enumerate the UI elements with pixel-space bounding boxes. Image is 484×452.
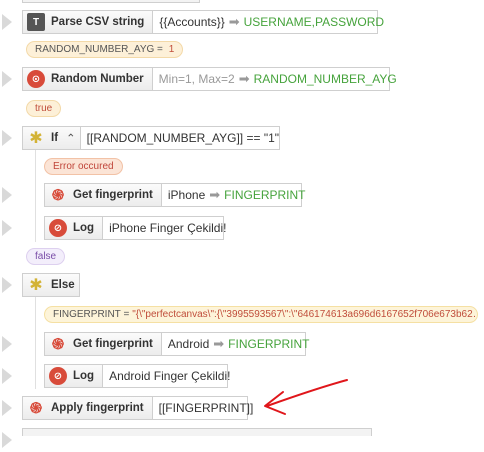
fingerprint-value-badge[interactable]: FINGERPRINT = "{\"perfectcanvas\":{\"399…: [44, 306, 478, 323]
fingerprint-icon: ֍: [51, 187, 65, 204]
annotation-arrow-icon: [264, 379, 348, 415]
parse-csv-params[interactable]: {{Accounts}} ➡ USERNAME,PASSWORD: [153, 14, 390, 30]
log-button[interactable]: ⊘ Log: [45, 217, 104, 239]
else-branch-guide: [35, 297, 36, 389]
log-message[interactable]: iPhone Finger Çekildi!: [103, 221, 232, 235]
next-row-edge: [22, 428, 372, 436]
get-fingerprint-button[interactable]: ֍ Get fingerprint: [45, 184, 162, 206]
if-branch-guide: [35, 150, 36, 242]
apply-fingerprint-label: Apply fingerprint: [51, 402, 144, 414]
parse-csv-input: {{Accounts}}: [159, 15, 225, 29]
variable-value: "{\"perfectcanvas\":{\"3995593567\":\"64…: [132, 309, 478, 320]
log-icon: ⊘: [49, 367, 67, 385]
get-fingerprint-params[interactable]: iPhone ➡ FINGERPRINT: [162, 187, 312, 203]
variable-name: RANDOM_NUMBER_AYG: [35, 44, 155, 55]
result-true-badge[interactable]: true: [26, 100, 62, 117]
parse-csv-button[interactable]: T Parse CSV string: [23, 11, 154, 33]
arrow-right-icon: ➡: [238, 71, 250, 86]
result-false-badge[interactable]: false: [26, 248, 66, 265]
device-param: Android: [167, 337, 210, 351]
apply-fingerprint-param[interactable]: [[FINGERPRINT]]: [153, 401, 260, 415]
arrow-right-icon: ➡: [213, 336, 225, 351]
log-android-action[interactable]: ⊘ Log Android Finger Çekildi!: [44, 364, 230, 388]
row-marker[interactable]: [0, 126, 14, 150]
if-button[interactable]: ✱ If ⌃: [23, 127, 81, 149]
get-fingerprint-label: Get fingerprint: [73, 189, 153, 201]
if-condition[interactable]: [[RANDOM_NUMBER_AYG]] == "1": [81, 131, 285, 145]
if-label: If: [51, 132, 59, 144]
fingerprint-icon: ֍: [29, 400, 43, 417]
random-number-range: Min=1, Max=2: [158, 72, 235, 86]
puzzle-icon: ✱: [29, 130, 43, 147]
log-icon: ⊘: [49, 219, 67, 237]
log-button[interactable]: ⊘ Log: [45, 365, 104, 387]
else-button[interactable]: ✱ Else: [23, 274, 79, 296]
apply-fingerprint-action[interactable]: ֍ Apply fingerprint [[FINGERPRINT]]: [22, 396, 253, 420]
get-fingerprint-iphone-action[interactable]: ֍ Get fingerprint iPhone ➡ FINGERPRINT: [44, 183, 306, 207]
random-number-button[interactable]: ⊙ Random Number: [23, 68, 153, 90]
device-param: iPhone: [167, 188, 206, 202]
else-action[interactable]: ✱ Else: [22, 273, 80, 297]
variable-value: 1: [168, 44, 175, 55]
fingerprint-output: FINGERPRINT: [224, 188, 306, 202]
random-number-label: Random Number: [51, 73, 144, 85]
error-badge[interactable]: Error occured: [44, 158, 123, 175]
get-fingerprint-params[interactable]: Android ➡ FINGERPRINT: [162, 336, 316, 352]
row-marker[interactable]: [0, 273, 14, 297]
random-number-output: RANDOM_NUMBER_AYG: [253, 72, 397, 86]
puzzle-icon: ✱: [29, 277, 43, 294]
log-label: Log: [73, 222, 95, 234]
row-marker[interactable]: [0, 364, 14, 388]
get-fingerprint-button[interactable]: ֍ Get fingerprint: [45, 333, 162, 355]
row-marker[interactable]: [0, 67, 14, 91]
random-number-params[interactable]: Min=1, Max=2 ➡ RANDOM_NUMBER_AYG: [153, 71, 403, 87]
row-marker[interactable]: [0, 10, 14, 34]
apply-fingerprint-button[interactable]: ֍ Apply fingerprint: [23, 397, 153, 419]
arrow-right-icon: ➡: [228, 14, 240, 29]
log-label: Log: [73, 370, 95, 382]
fingerprint-output: FINGERPRINT: [228, 337, 310, 351]
parse-csv-label: Parse CSV string: [51, 16, 145, 28]
log-message[interactable]: Android Finger Çekildi!: [103, 369, 236, 383]
variable-value-badge[interactable]: RANDOM_NUMBER_AYG = 1: [26, 41, 184, 58]
if-action[interactable]: ✱ If ⌃ [[RANDOM_NUMBER_AYG]] == "1": [22, 126, 280, 150]
parse-csv-action[interactable]: T Parse CSV string {{Accounts}} ➡ USERNA…: [22, 10, 384, 34]
text-t-icon: T: [27, 13, 45, 31]
fingerprint-icon: ֍: [51, 336, 65, 353]
row-marker[interactable]: [0, 332, 14, 356]
row-marker[interactable]: [0, 396, 14, 420]
chevron-up-icon[interactable]: ⌃: [66, 131, 76, 145]
log-iphone-action[interactable]: ⊘ Log iPhone Finger Çekildi!: [44, 216, 226, 240]
else-label: Else: [51, 279, 75, 291]
dice-icon: ⊙: [27, 70, 45, 88]
row-marker[interactable]: [0, 216, 14, 240]
get-fingerprint-label: Get fingerprint: [73, 338, 153, 350]
parse-csv-output: USERNAME,PASSWORD: [243, 15, 385, 29]
row-marker[interactable]: [0, 183, 14, 207]
random-number-action[interactable]: ⊙ Random Number Min=1, Max=2 ➡ RANDOM_NU…: [22, 67, 397, 91]
get-fingerprint-android-action[interactable]: ֍ Get fingerprint Android ➡ FINGERPRINT: [44, 332, 310, 356]
previous-row-edge: [22, 0, 200, 3]
variable-name: FINGERPRINT: [53, 309, 121, 320]
arrow-right-icon: ➡: [209, 187, 221, 202]
